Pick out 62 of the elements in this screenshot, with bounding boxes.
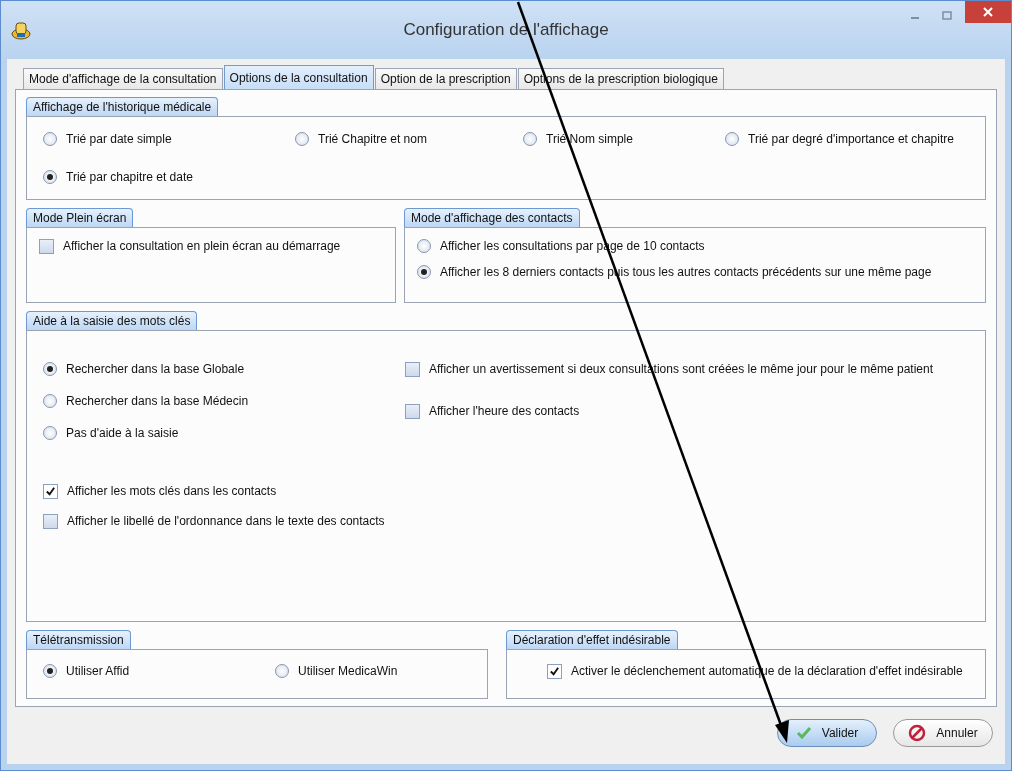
radio-option[interactable]: Pas d'aide à la saisie <box>43 425 405 441</box>
option-label: Afficher la consultation en plein écran au démarrage <box>63 238 341 254</box>
tab[interactable]: Options de la consultation <box>223 65 374 89</box>
window-title: Configuration de l'affichage <box>403 20 609 40</box>
radio-option[interactable]: Utiliser Affid <box>43 663 275 685</box>
radio-button[interactable] <box>43 394 57 408</box>
radio-button[interactable] <box>43 362 57 376</box>
close-icon <box>983 7 993 17</box>
radio-button[interactable] <box>43 426 57 440</box>
radio-button[interactable] <box>275 664 289 678</box>
checkbox[interactable] <box>547 664 562 679</box>
checkmark-icon <box>795 725 812 741</box>
radio-button[interactable] <box>43 664 57 678</box>
option-label: Utiliser Affid <box>66 663 130 679</box>
group-legend: Mode d'affichage des contacts <box>404 208 580 227</box>
checkbox[interactable] <box>405 362 420 377</box>
close-button[interactable] <box>965 1 1011 23</box>
prohibited-icon <box>908 724 927 742</box>
radio-option[interactable]: Rechercher dans la base Globale <box>43 361 405 377</box>
group-legend: Mode Plein écran <box>26 208 134 227</box>
tab[interactable]: Option de la prescription <box>374 68 517 89</box>
radio-option[interactable]: Trié par chapitre et date <box>43 169 295 185</box>
validate-button[interactable]: Valider <box>777 719 877 747</box>
option-label: Trié par degré d'importance et chapitre <box>748 131 954 147</box>
group-legend: Déclaration d'effet indésirable <box>506 630 678 649</box>
option-label: Afficher les mots clés dans les contacts <box>67 483 277 499</box>
radio-option[interactable]: Utiliser MedicaWin <box>275 663 471 685</box>
radio-button[interactable] <box>417 265 431 279</box>
radio-option[interactable]: Trié par degré d'importance et chapitre <box>725 131 969 147</box>
option-label: Rechercher dans la base Globale <box>66 361 245 377</box>
checkbox[interactable] <box>405 404 420 419</box>
radio-button[interactable] <box>725 132 739 146</box>
radio-button[interactable] <box>43 132 57 146</box>
group-legend: Affichage de l'historique médicale <box>26 97 219 116</box>
group-legend: Télétransmission <box>26 630 131 649</box>
option-label: Utiliser MedicaWin <box>298 663 398 679</box>
radio-option[interactable]: Trié par date simple <box>43 131 295 147</box>
option-label: Trié Nom simple <box>546 131 633 147</box>
option-label: Pas d'aide à la saisie <box>66 425 179 441</box>
hat-icon <box>11 20 31 40</box>
radio-button[interactable] <box>417 239 431 253</box>
option-label: Afficher l'heure des contacts <box>429 403 580 419</box>
checkbox[interactable] <box>43 484 58 499</box>
radio-button[interactable] <box>43 170 57 184</box>
checkbox-option[interactable]: Afficher les mots clés dans les contacts <box>43 483 405 499</box>
tab[interactable]: Mode d'affichage de la consultation <box>23 68 223 89</box>
checkbox[interactable] <box>39 239 54 254</box>
cancel-button[interactable]: Annuler <box>893 719 993 747</box>
maximize-icon <box>942 11 952 21</box>
option-label: Rechercher dans la base Médecin <box>66 393 249 409</box>
radio-option[interactable]: Trié Chapitre et nom <box>295 131 523 147</box>
option-label: Trié par chapitre et date <box>66 169 193 185</box>
option-label: Trié par date simple <box>66 131 172 147</box>
checkbox-option[interactable]: Afficher la consultation en plein écran au démarrage <box>39 238 383 254</box>
radio-button[interactable] <box>295 132 309 146</box>
checkbox-option[interactable]: Afficher l'heure des contacts <box>405 403 969 419</box>
radio-button[interactable] <box>523 132 537 146</box>
checkbox[interactable] <box>43 514 58 529</box>
radio-option[interactable]: Rechercher dans la base Médecin <box>43 393 405 409</box>
option-label: Trié Chapitre et nom <box>318 131 427 147</box>
group-legend: Aide à la saisie des mots clés <box>26 311 198 330</box>
radio-option[interactable]: Trié Nom simple <box>523 131 725 147</box>
